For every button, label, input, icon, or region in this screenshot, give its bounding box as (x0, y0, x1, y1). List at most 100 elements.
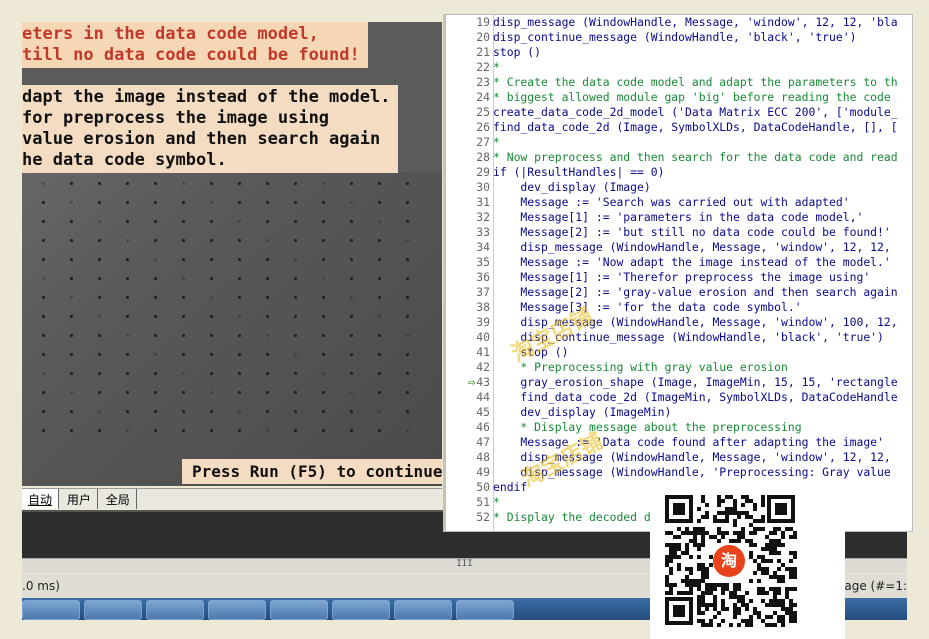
matrix-dot (378, 220, 381, 223)
qr-module (717, 503, 721, 507)
code-line[interactable]: 43 gray_erosion_shape (Image, ImageMin, … (446, 375, 912, 390)
code-line[interactable]: 31 Message := 'Search was carried out wi… (446, 195, 912, 210)
matrix-dot (98, 391, 101, 394)
code-line[interactable]: 23 * Create the data code model and adapt… (446, 75, 912, 90)
matrix-dot (126, 410, 129, 413)
code-text: * Now preprocess and then search for the… (493, 150, 898, 164)
matrix-dot (42, 353, 45, 356)
qr-module (717, 539, 721, 543)
matrix-dot (154, 334, 157, 337)
code-line[interactable]: 21 stop () (446, 45, 912, 60)
matrix-dot (154, 372, 157, 375)
code-text: * Preprocessing with gray value erosion (493, 360, 788, 374)
matrix-dot (238, 296, 241, 299)
graphics-window[interactable]: eters in the data code model, till no da… (22, 22, 442, 486)
matrix-dot (70, 391, 73, 394)
line-number: 20 (476, 30, 490, 44)
variable-tabs: 自动 用户 全局 (22, 488, 442, 509)
code-line[interactable]: 46 * Display message about the preproces… (446, 420, 912, 435)
matrix-dot (350, 220, 353, 223)
qr-module (709, 623, 713, 627)
code-line[interactable]: 35 Message := 'Now adapt the image inste… (446, 255, 912, 270)
matrix-dot (238, 277, 241, 280)
line-number: 29 (476, 165, 490, 179)
code-line[interactable]: 19 disp_message (WindowHandle, Message, '… (446, 15, 912, 30)
code-line[interactable]: 47 Message := 'Data code found after ada… (446, 435, 912, 450)
matrix-dot (126, 391, 129, 394)
code-line[interactable]: 48 disp_message (WindowHandle, Message, … (446, 450, 912, 465)
taskbar-app-icon[interactable] (394, 600, 452, 620)
line-number: 40 (476, 330, 490, 344)
qr-module (689, 571, 693, 575)
taskbar-app-icon[interactable] (208, 600, 266, 620)
matrix-dot (350, 391, 353, 394)
code-line[interactable]: 33 Message[2] := 'but still no data code… (446, 225, 912, 240)
code-line[interactable]: 36 Message[1] := 'Therefor preprocess th… (446, 270, 912, 285)
qr-module (733, 615, 737, 619)
matrix-dot (266, 315, 269, 318)
qr-module (725, 519, 729, 523)
code-line[interactable]: 27 * (446, 135, 912, 150)
code-line[interactable]: 32 Message[1] := 'parameters in the data… (446, 210, 912, 225)
program-editor[interactable]: 19 disp_message (WindowHandle, Message, '… (443, 14, 913, 532)
code-line[interactable]: 38 Message[3] := 'for the data code symb… (446, 300, 912, 315)
matrix-dot (126, 258, 129, 261)
code-line[interactable]: 25 create_data_code_2d_model ('Data Matri… (446, 105, 912, 120)
matrix-dot (126, 372, 129, 375)
matrix-dot (154, 410, 157, 413)
line-number: 34 (476, 240, 490, 254)
tab-auto[interactable]: 自动 (22, 489, 60, 509)
code-line[interactable]: 44 find_data_code_2d (ImageMin, SymbolXL… (446, 390, 912, 405)
code-line[interactable]: 20 disp_continue_message (WindowHandle, '… (446, 30, 912, 45)
line-number: 32 (476, 210, 490, 224)
taskbar-app-icon[interactable] (456, 600, 514, 620)
code-line[interactable]: 45 dev_display (ImageMin) (446, 405, 912, 420)
qr-module (765, 591, 769, 595)
matrix-dot (42, 296, 45, 299)
qr-module (761, 519, 765, 523)
tab-user[interactable]: 用户 (61, 489, 98, 509)
line-number: 48 (476, 450, 490, 464)
code-text: * Display message about the preprocessin… (493, 420, 802, 434)
line-number: 39 (476, 315, 490, 329)
matrix-dot (350, 315, 353, 318)
matrix-dot (42, 315, 45, 318)
line-number: 19 (476, 15, 490, 29)
code-text: Message[1] := 'parameters in the data co… (493, 210, 864, 224)
qr-module (721, 499, 725, 503)
code-line[interactable]: 22 * (446, 60, 912, 75)
matrix-dot (70, 277, 73, 280)
tab-global[interactable]: 全局 (100, 489, 137, 509)
matrix-dot (182, 410, 185, 413)
matrix-dot (294, 296, 297, 299)
qr-module (697, 555, 701, 559)
code-line[interactable]: 29 if (|ResultHandles| == 0) (446, 165, 912, 180)
code-line[interactable]: 39 disp_message (WindowHandle, Message, … (446, 315, 912, 330)
matrix-dot (406, 239, 409, 242)
matrix-dot (266, 277, 269, 280)
taskbar-app-icon[interactable] (332, 600, 390, 620)
matrix-dot (238, 429, 241, 432)
line-number: 35 (476, 255, 490, 269)
qr-finder-pattern (665, 495, 693, 523)
matrix-dot (182, 315, 185, 318)
matrix-dot (126, 429, 129, 432)
matrix-dot (378, 391, 381, 394)
matrix-dot (266, 429, 269, 432)
code-text: Message[2] := 'gray-value erosion and th… (493, 285, 898, 299)
code-line[interactable]: 28 * Now preprocess and then search for t… (446, 150, 912, 165)
code-line[interactable]: 26 find_data_code_2d (Image, SymbolXLDs, … (446, 120, 912, 135)
qr-module (677, 555, 681, 559)
code-line[interactable]: 37 Message[2] := 'gray-value erosion and… (446, 285, 912, 300)
matrix-dot (210, 391, 213, 394)
qr-module (697, 519, 701, 523)
taskbar-app-icon[interactable] (22, 600, 80, 620)
taskbar-app-icon[interactable] (270, 600, 328, 620)
matrix-dot (126, 201, 129, 204)
code-line[interactable]: 30 dev_display (Image) (446, 180, 912, 195)
matrix-dot (350, 239, 353, 242)
taskbar-app-icon[interactable] (146, 600, 204, 620)
code-line[interactable]: 24 * biggest allowed module gap 'big' bef… (446, 90, 912, 105)
code-line[interactable]: 34 disp_message (WindowHandle, Message, … (446, 240, 912, 255)
taskbar-app-icon[interactable] (84, 600, 142, 620)
